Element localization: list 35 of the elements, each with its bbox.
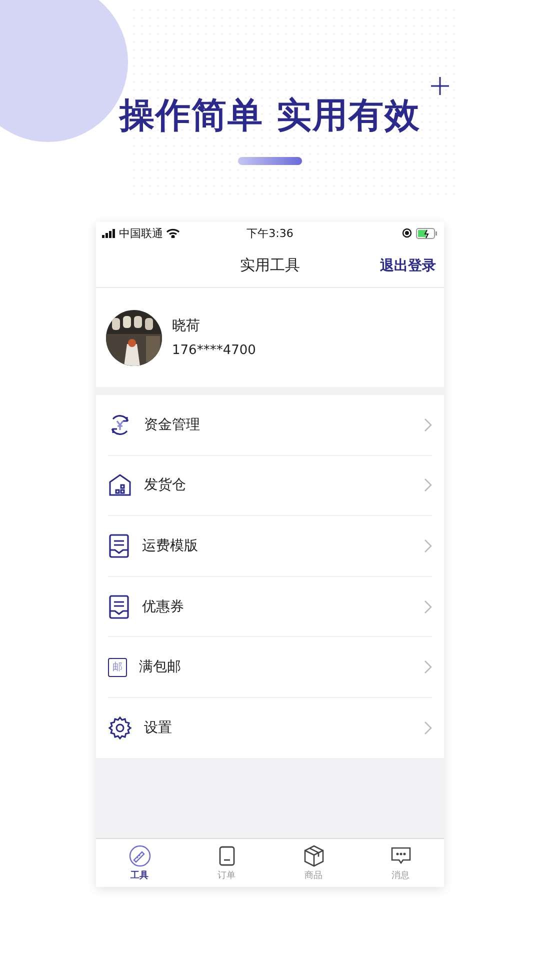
wifi-icon (166, 228, 180, 238)
chat-bubble-icon (390, 844, 412, 866)
rotation-lock-icon (402, 228, 412, 238)
menu-item[interactable]: 邮 满包邮 (108, 636, 432, 697)
chevron-right-icon (424, 660, 432, 674)
accent-bar (238, 157, 302, 165)
signal-icon (102, 228, 116, 238)
menu-item[interactable]: 资金管理 (108, 395, 432, 455)
plus-icon (430, 76, 450, 96)
mail-stamp-icon: 邮 (108, 658, 127, 677)
logout-link[interactable]: 退出登录 (380, 256, 436, 274)
chevron-right-icon (424, 720, 432, 735)
box-icon (302, 844, 324, 866)
page-title: 实用工具 (240, 256, 300, 275)
tab[interactable]: 工具 (96, 839, 183, 887)
menu-item[interactable]: 优惠券 (108, 576, 432, 636)
clock: 下午3:36 (246, 226, 294, 240)
menu-item[interactable]: 发货仓 (108, 454, 432, 516)
settings-icon (108, 716, 132, 740)
user-name: 晓荷 (172, 317, 201, 335)
house-icon (108, 473, 132, 498)
document-icon (218, 844, 236, 866)
chevron-right-icon (424, 600, 432, 614)
carrier-name: 中国联通 (119, 226, 163, 240)
battery-icon (416, 228, 438, 238)
phone-number: 176****4700 (172, 343, 256, 358)
headline: 操作简单 实用有效 (119, 95, 421, 138)
document-tray-icon (108, 594, 130, 619)
chevron-right-icon (424, 478, 432, 492)
document-tray-icon (108, 534, 130, 558)
menu-item[interactable]: 运费模版 (108, 515, 432, 576)
chevron-right-icon (424, 538, 432, 553)
ruler-icon (128, 844, 150, 866)
menu-item[interactable]: 设置 (108, 696, 432, 758)
chevron-right-icon (424, 418, 432, 432)
